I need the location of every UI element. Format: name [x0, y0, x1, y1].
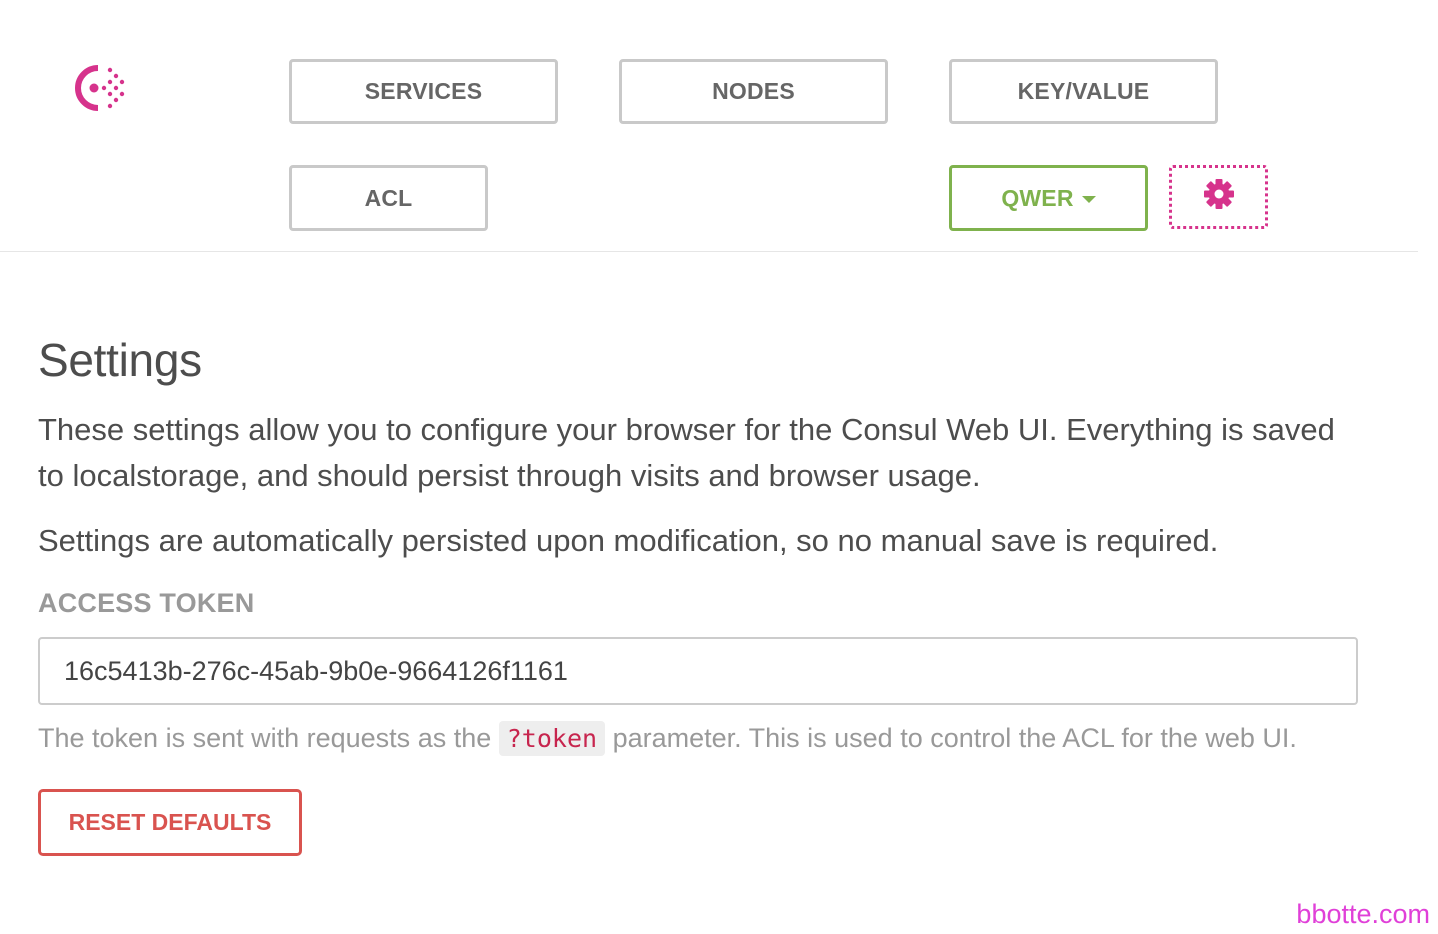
page-title: Settings	[38, 334, 202, 386]
header-divider	[0, 251, 1418, 252]
token-param-code: ?token	[498, 721, 606, 756]
nav-services-button[interactable]: SERVICES	[289, 59, 558, 124]
consul-logo-icon[interactable]	[68, 60, 128, 116]
nav-key-value-button[interactable]: KEY/VALUE	[949, 59, 1218, 124]
nav-acl-button[interactable]: ACL	[289, 165, 488, 231]
reset-defaults-button[interactable]: RESET DEFAULTS	[38, 789, 302, 856]
persist-note: Settings are automatically persisted upo…	[38, 523, 1219, 558]
settings-button[interactable]	[1169, 165, 1268, 229]
caret-down-icon	[1081, 196, 1096, 203]
watermark: bbotte.com	[1296, 899, 1430, 929]
token-help-text: The token is sent with requests as the ?…	[38, 718, 1368, 759]
nav-nodes-button[interactable]: NODES	[619, 59, 888, 124]
settings-panel: Settings These settings allow you to con…	[38, 330, 1368, 856]
access-token-input[interactable]	[38, 637, 1358, 705]
help-text-start: The token is sent with requests as the	[38, 723, 499, 753]
settings-description: These settings allow you to configure yo…	[38, 412, 1335, 493]
datacenter-label: QWER	[1001, 184, 1074, 211]
datacenter-dropdown-button[interactable]: QWER	[949, 165, 1148, 231]
access-token-label: ACCESS TOKEN	[38, 588, 255, 618]
gear-icon	[1202, 177, 1236, 217]
help-text-end: parameter. This is used to control the A…	[605, 723, 1297, 753]
